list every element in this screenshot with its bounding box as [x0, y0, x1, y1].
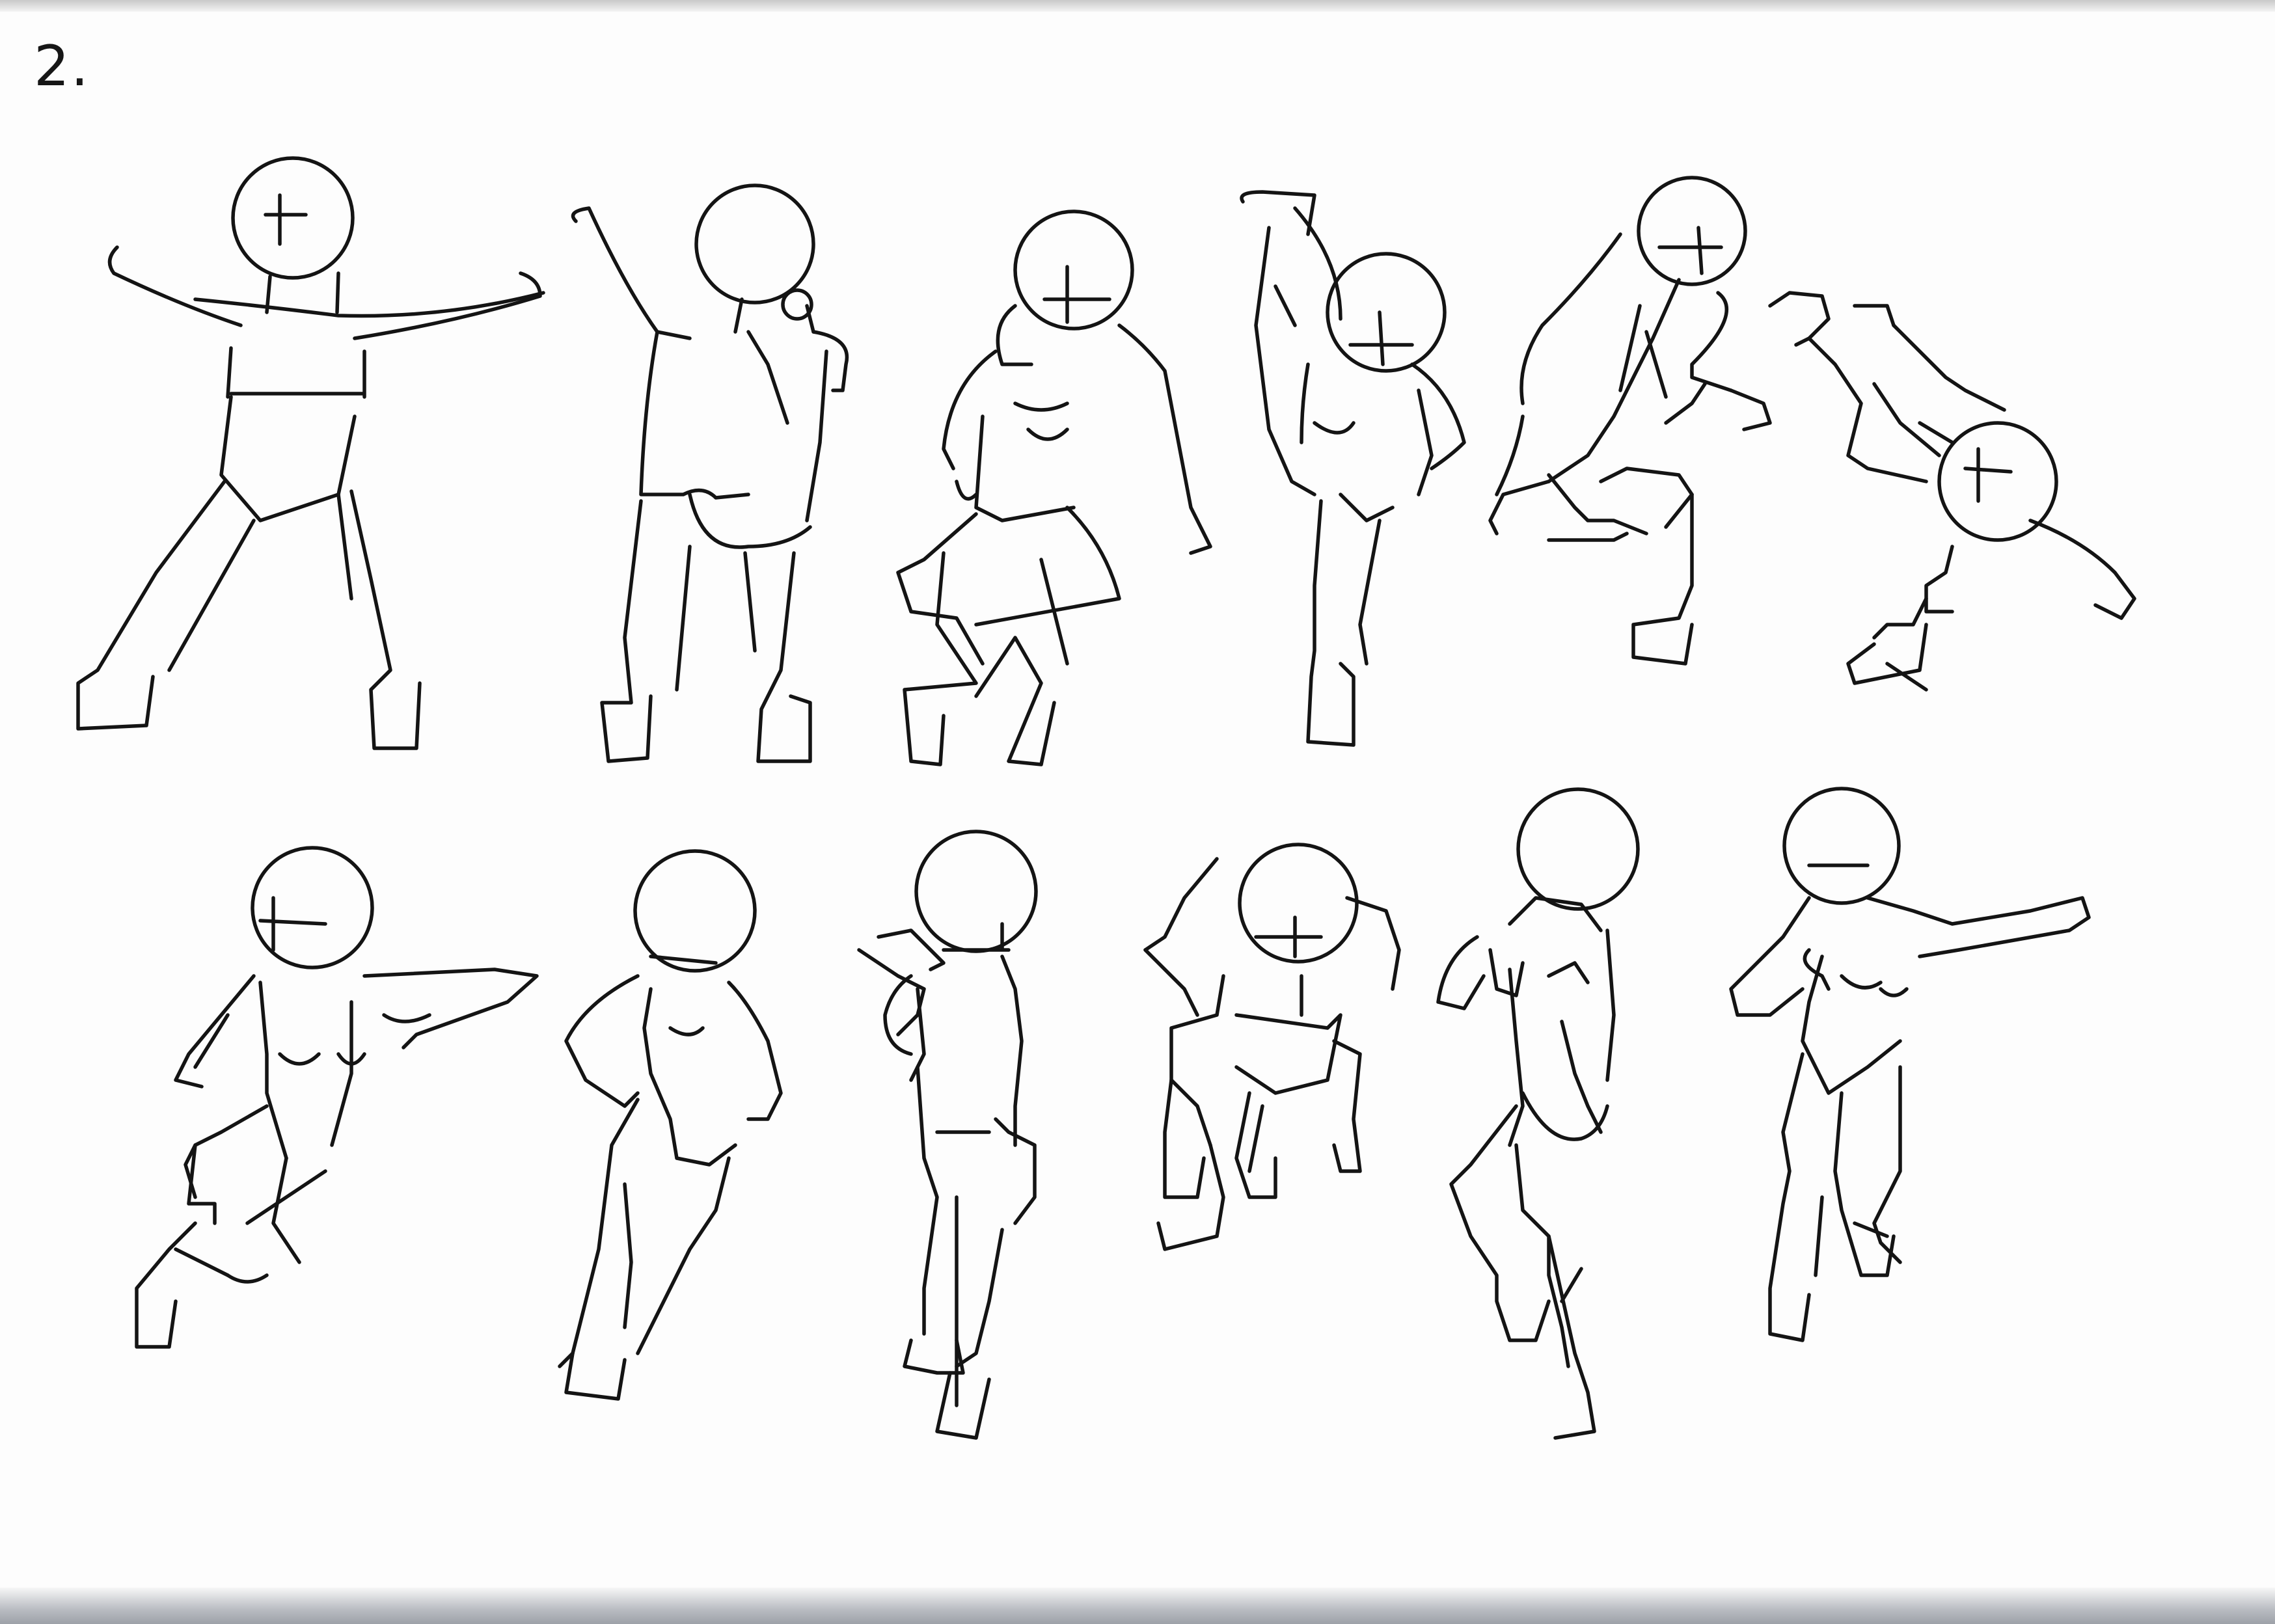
figure-pose-9 — [857, 830, 1038, 1440]
figure-pose-11 — [1436, 787, 1640, 1440]
figure-pose-2 — [571, 183, 849, 763]
figure-pose-3 — [896, 210, 1212, 766]
figure-pose-12 — [1729, 787, 2091, 1342]
figure-pose-1 — [76, 156, 545, 750]
figure-pose-5 — [1488, 176, 1772, 666]
figure-pose-6 — [1768, 291, 2136, 692]
figure-pose-10 — [1143, 843, 1401, 1251]
gesture-drawings — [76, 156, 2136, 1440]
scan-bottom-edge — [0, 1588, 2275, 1624]
figure-pose-7 — [135, 846, 539, 1349]
figure-pose-4 — [1240, 190, 1466, 747]
sketch-sheet: 2. — [0, 0, 2275, 1624]
figure-pose-8 — [558, 849, 783, 1401]
